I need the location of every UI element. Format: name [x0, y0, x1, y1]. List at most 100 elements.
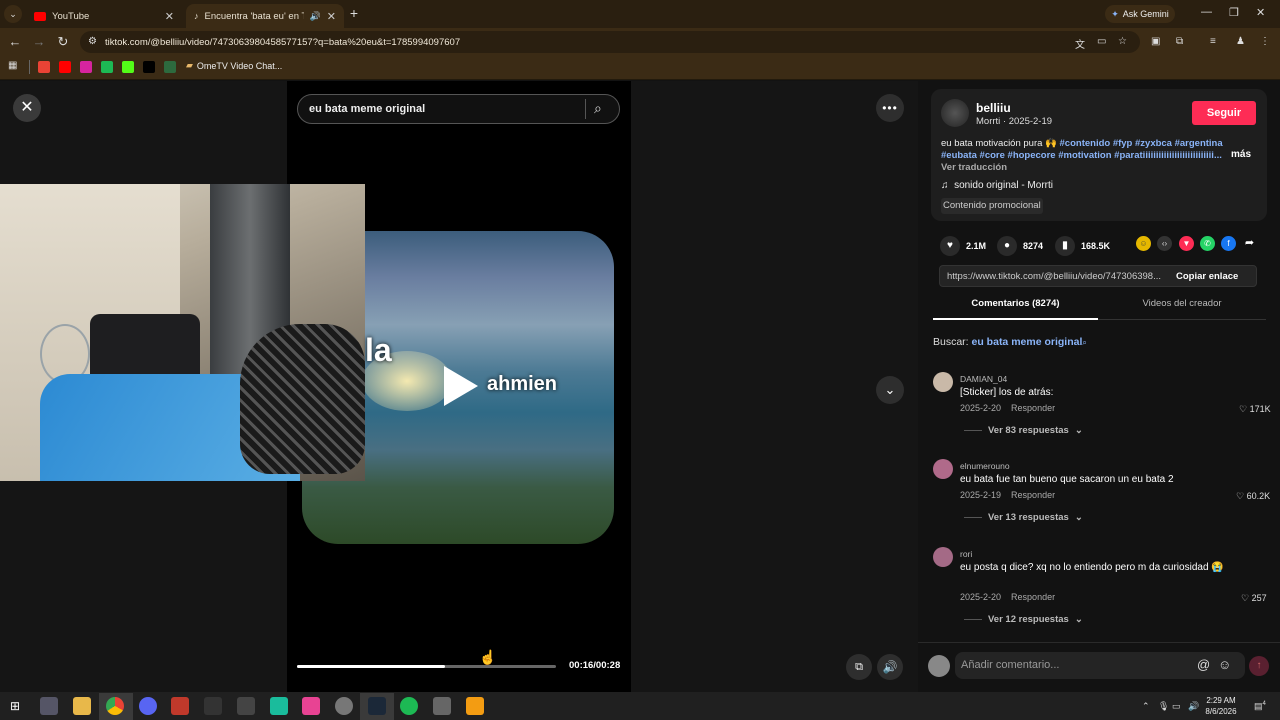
view-replies[interactable]: Ver 13 respuestas ⌄	[964, 512, 1083, 523]
next-video-button[interactable]: ⌄	[876, 376, 904, 404]
reload-button[interactable]: ↻	[55, 34, 71, 50]
reading-list-icon[interactable]: ≡	[1210, 36, 1216, 47]
search-suggestion[interactable]: Buscar: eu bata meme original⌕	[933, 336, 1087, 348]
reply-button[interactable]: Responder	[1011, 490, 1055, 500]
address-bar[interactable]: tiktok.com/@belliiu/video/74730639804585…	[80, 31, 1140, 53]
translate-icon[interactable]: 文	[1075, 36, 1085, 51]
embed-icon[interactable]: ‹›	[1157, 236, 1172, 251]
new-tab-button[interactable]: +	[346, 5, 362, 21]
tab-youtube[interactable]: YouTube ✕	[26, 4, 182, 28]
video-link[interactable]: https://www.tiktok.com/@belliiu/video/74…	[940, 271, 1172, 282]
facebook-icon[interactable]: f	[1221, 236, 1236, 251]
menu-icon[interactable]: ⋮	[1260, 36, 1270, 47]
restore-button[interactable]: ❐	[1229, 6, 1239, 19]
extensions-icon[interactable]: ⧉	[1176, 36, 1183, 47]
tab-comments[interactable]: Comentarios (8274)	[933, 298, 1098, 320]
capcut-icon[interactable]	[237, 697, 255, 715]
file-explorer-icon[interactable]	[73, 697, 91, 715]
apps-grid-icon[interactable]: ▦	[8, 60, 17, 71]
comment-avatar[interactable]	[933, 372, 953, 392]
comment-like[interactable]: ♡ 60.2K	[1236, 491, 1270, 502]
coin-icon[interactable]: ☺	[1136, 236, 1151, 251]
speaker-icon[interactable]: 🔊	[310, 11, 321, 22]
reply-button[interactable]: Responder	[1011, 592, 1055, 602]
comment-user[interactable]: DAMIAN_04	[960, 374, 1007, 384]
site-info-icon[interactable]: ⚙	[88, 36, 97, 47]
tab-groups-icon[interactable]: ▣	[1151, 36, 1160, 47]
bookmark-star-icon[interactable]: ☆	[1118, 36, 1127, 47]
minimize-button[interactable]: —	[1201, 6, 1212, 18]
comment-avatar[interactable]	[933, 459, 953, 479]
view-replies[interactable]: Ver 12 respuestas ⌄	[964, 614, 1083, 625]
avatar[interactable]	[941, 99, 969, 127]
search-input[interactable]: eu bata meme original	[297, 94, 620, 124]
tab-search-button[interactable]: ⌄	[4, 5, 22, 23]
play-icon[interactable]	[444, 366, 478, 406]
follow-button[interactable]: Seguir	[1192, 101, 1256, 125]
volume-tray-icon[interactable]: 🔊	[1188, 701, 1199, 712]
discord-icon[interactable]	[139, 697, 157, 715]
like-button[interactable]: ♥ 2.1M	[940, 236, 986, 256]
comment-user[interactable]: elnumerouno	[960, 461, 1010, 471]
emoji-icon[interactable]: ☺	[1218, 657, 1231, 672]
tiktok-icon[interactable]	[143, 61, 155, 73]
comment-like[interactable]: ♡ 257	[1241, 593, 1267, 604]
reply-button[interactable]: Responder	[1011, 403, 1055, 413]
app-icon-bird[interactable]	[433, 697, 451, 715]
sound-link[interactable]: ♫ sonido original - Morrti	[941, 180, 1053, 191]
steam-icon[interactable]	[368, 697, 386, 715]
forward-button[interactable]: →	[31, 34, 47, 50]
translate-link[interactable]: Ver traducción	[941, 162, 1007, 173]
bookmark-ometv[interactable]: ▰ OmeTV Video Chat...	[186, 60, 282, 71]
post-comment-button[interactable]: ↑	[1249, 656, 1269, 676]
gmail-icon[interactable]	[38, 61, 50, 73]
notifications-icon[interactable]: ▤4	[1254, 701, 1266, 712]
tiktok-app-icon[interactable]	[302, 697, 320, 715]
comment-avatar[interactable]	[933, 547, 953, 567]
windows-start-icon[interactable]: ⊞	[10, 699, 20, 713]
profile-icon[interactable]: ♟	[1236, 36, 1245, 47]
comment-like[interactable]: ♡ 171K	[1239, 404, 1271, 415]
kick-icon[interactable]	[122, 61, 134, 73]
chrome-icon[interactable]	[106, 697, 124, 715]
youtube-icon[interactable]	[59, 61, 71, 73]
tab-creator-videos[interactable]: Videos del creador	[1098, 298, 1266, 320]
save-button[interactable]: ▮ 168.5K	[1055, 236, 1110, 256]
tab-tiktok[interactable]: ♪ Encuentra 'bata eu' en TikT 🔊 ✕	[186, 4, 344, 28]
comment-button[interactable]: ● 8274	[997, 236, 1043, 256]
system-clock[interactable]: 2:29 AM 8/6/2026	[1200, 695, 1242, 717]
share-arrow-icon[interactable]: ➦	[1242, 236, 1257, 251]
search-icon[interactable]: ⌕	[594, 100, 602, 117]
app-icon-circle[interactable]	[335, 697, 353, 715]
app-icon-cloud[interactable]	[466, 697, 484, 715]
view-replies[interactable]: Ver 83 respuestas ⌄	[964, 425, 1083, 436]
spotify-icon[interactable]	[400, 697, 418, 715]
ask-gemini-button[interactable]: ✦ Ask Gemini	[1105, 5, 1175, 23]
search-term[interactable]: eu bata meme original	[972, 336, 1083, 348]
username[interactable]: belliiu	[976, 101, 1011, 115]
send-icon[interactable]: ▼	[1179, 236, 1194, 251]
app-icon-green[interactable]	[101, 61, 113, 73]
comment-user[interactable]: rori	[960, 549, 972, 559]
task-view-icon[interactable]	[40, 697, 58, 715]
copy-link-button[interactable]: Copiar enlace	[1172, 271, 1238, 282]
whatsapp-icon[interactable]: ✆	[1200, 236, 1215, 251]
app-icon-teal[interactable]	[270, 697, 288, 715]
network-icon[interactable]: ▭	[1172, 701, 1181, 712]
close-window-button[interactable]: ✕	[1256, 6, 1265, 19]
more-options-button[interactable]: •••	[876, 94, 904, 122]
epic-games-icon[interactable]	[204, 697, 222, 715]
mention-icon[interactable]: @	[1197, 657, 1210, 672]
microphone-icon[interactable]: 🎙	[1158, 701, 1169, 712]
instagram-icon[interactable]	[80, 61, 92, 73]
volume-button[interactable]: 🔊	[877, 654, 903, 680]
app-icon-s[interactable]	[164, 61, 176, 73]
voice-meeter-icon[interactable]	[171, 697, 189, 715]
tray-chevron-icon[interactable]: ⌃	[1142, 701, 1150, 712]
close-tab-icon[interactable]: ✕	[165, 10, 174, 23]
close-video-button[interactable]: ✕	[13, 94, 41, 122]
back-button[interactable]: ←	[7, 34, 23, 50]
video-progress-bar[interactable]	[297, 665, 556, 668]
cast-icon[interactable]: ▭	[1097, 36, 1106, 47]
more-link[interactable]: más	[1231, 149, 1251, 160]
